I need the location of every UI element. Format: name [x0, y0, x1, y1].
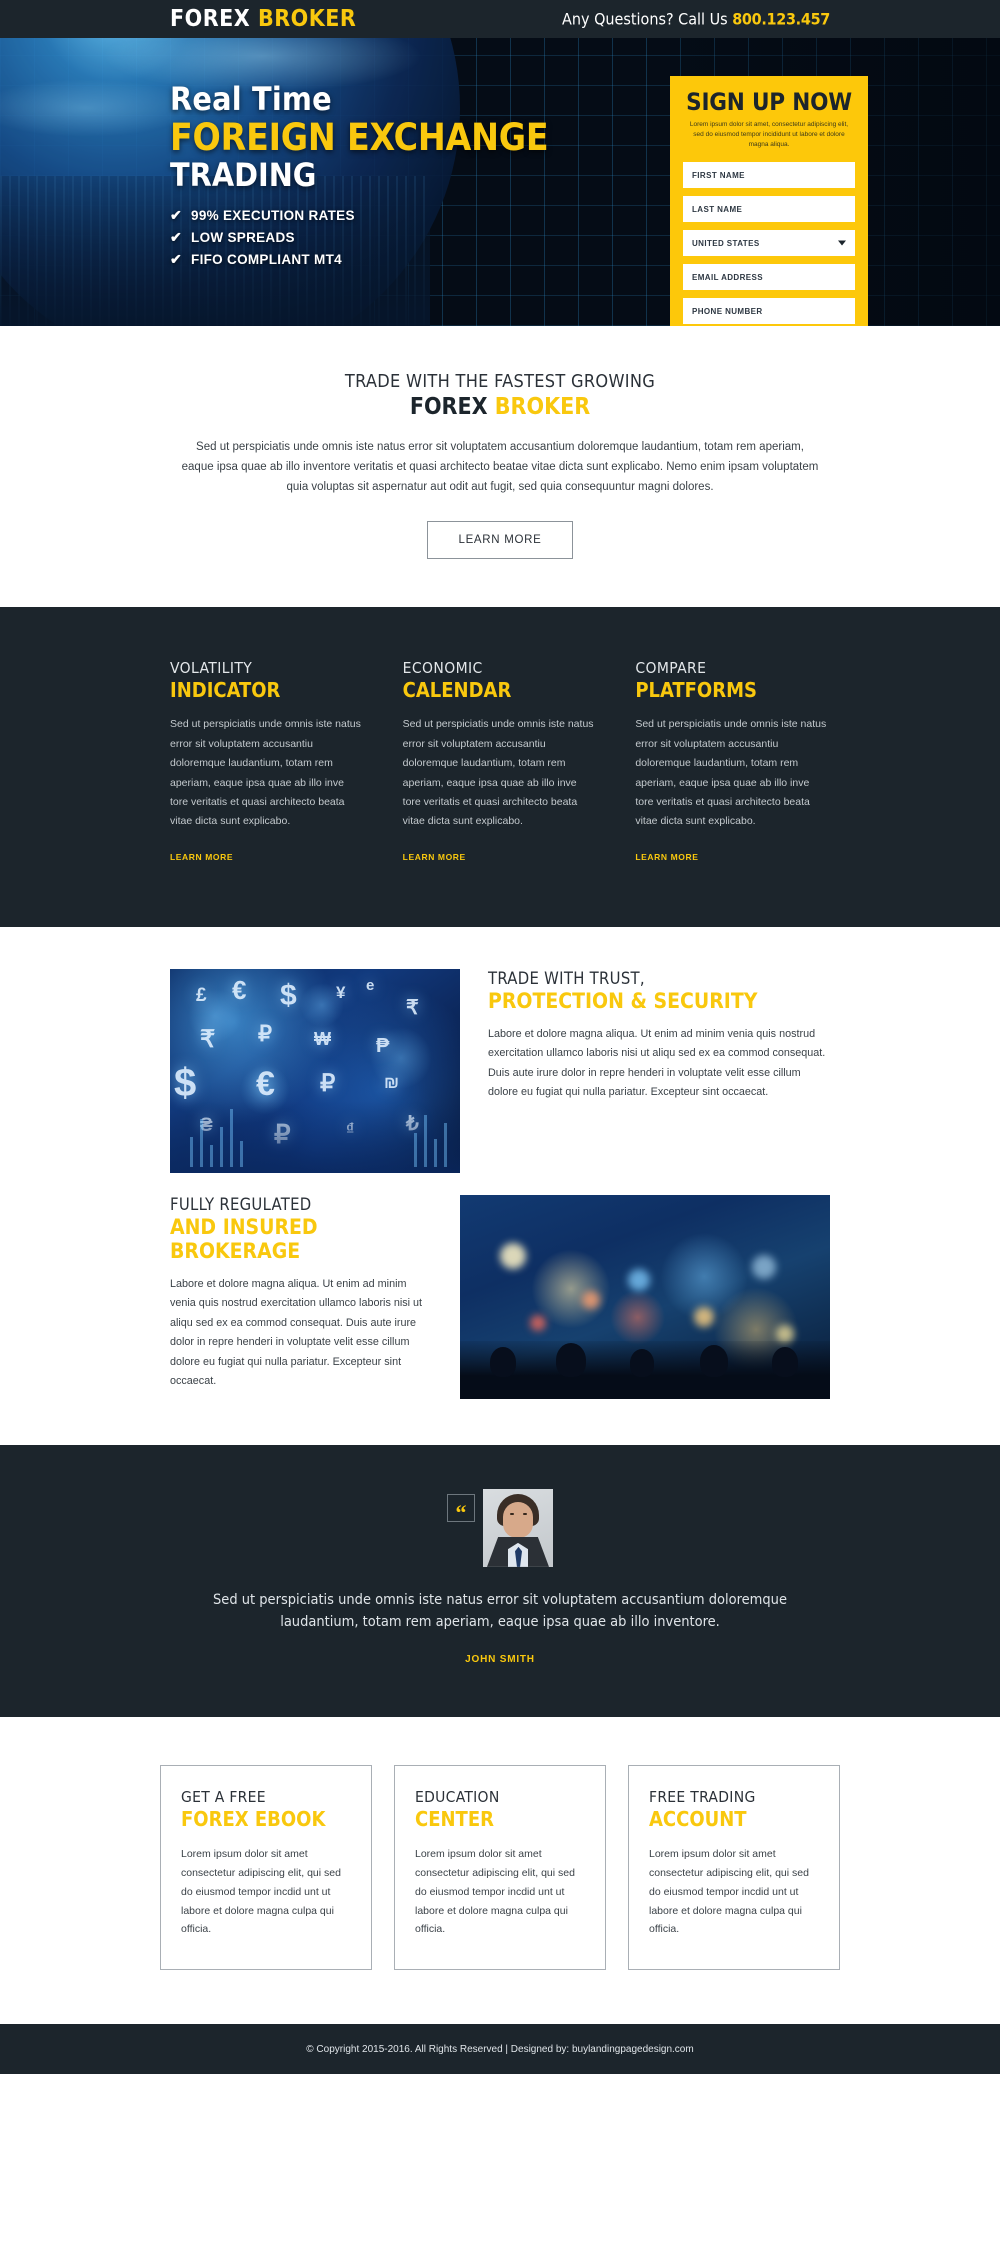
footer-copyright-text: © Copyright 2015-2016. All Rights Reserv…: [306, 2043, 694, 2055]
media-title-bottom: PROTECTION & SECURITY: [488, 988, 758, 1013]
site-header: FOREX BROKER Any Questions? Call Us 800.…: [0, 0, 1000, 38]
logo-primary-text: FOREX: [170, 6, 251, 32]
check-icon: ✔: [170, 207, 183, 224]
feature-column-economic-calendar: ECONOMIC CALENDAR Sed ut perspiciatis un…: [403, 659, 598, 865]
feature-body: Sed ut perspiciatis unde omnis iste natu…: [170, 718, 361, 828]
phone-placeholder: PHONE NUMBER: [692, 306, 763, 316]
intro-heading-dark: FOREX: [409, 394, 488, 420]
hero-bullet-list: ✔ 99% EXECUTION RATES ✔ LOW SPREADS ✔ FI…: [170, 208, 548, 267]
media-row-trust: £ € $ ¥ e ₹ ₹ ₽ ₩ ₱ $ € ₽ ₪ ₴ ₽ ₫ ₺: [170, 968, 830, 1173]
card-body: Lorem ipsum dolor sit amet consectetur a…: [415, 1847, 575, 1936]
testimonial-author: JOHN SMITH: [465, 1653, 535, 1665]
avatar: [483, 1488, 553, 1567]
hero-bullet-label: 99% EXECUTION RATES: [191, 207, 355, 223]
media-text-trust: TRADE WITH TRUST, PROTECTION & SECURITY …: [460, 969, 830, 1173]
media-row-regulated: FULLY REGULATED AND INSURED BROKERAGE La…: [170, 1194, 830, 1445]
feature-learn-more-link[interactable]: LEARN MORE: [170, 852, 233, 862]
learn-more-button[interactable]: LEARN MORE: [427, 521, 573, 560]
feature-title-top: ECONOMIC: [402, 659, 483, 678]
feature-learn-more-link[interactable]: LEARN MORE: [403, 852, 466, 862]
first-name-placeholder: FIRST NAME: [692, 170, 745, 180]
card-title-bottom: CENTER: [415, 1806, 494, 1831]
phone-label: Any Questions? Call Us: [562, 9, 733, 29]
card-title-top: GET A FREE: [181, 1787, 266, 1806]
intro-heading: FOREX BROKER: [0, 394, 1000, 420]
hero-title-line3: TRADING: [170, 155, 317, 194]
features-section: VOLATILITY INDICATOR Sed ut perspiciatis…: [0, 607, 1000, 927]
site-footer: © Copyright 2015-2016. All Rights Reserv…: [0, 2024, 1000, 2075]
chevron-down-icon: [838, 240, 846, 246]
country-select[interactable]: UNITED STATES: [683, 230, 855, 257]
hero-section: Real Time FOREIGN EXCHANGE TRADING ✔ 99%…: [0, 38, 1000, 326]
hero-copy: Real Time FOREIGN EXCHANGE TRADING ✔ 99%…: [170, 80, 549, 274]
intro-subheading: TRADE WITH THE FASTEST GROWING: [344, 371, 656, 392]
site-logo[interactable]: FOREX BROKER: [170, 6, 356, 32]
hero-title-line1: Real Time: [170, 80, 332, 118]
card-title-bottom: FOREX EBOOK: [181, 1806, 326, 1831]
hero-bullet-item: ✔ LOW SPREADS: [170, 230, 548, 245]
offer-cards-section: GET A FREE FOREX EBOOK Lorem ipsum dolor…: [0, 1716, 1000, 2025]
media-title-top: TRADE WITH TRUST,: [488, 968, 645, 988]
hero-title-line2: FOREIGN EXCHANGE: [170, 115, 549, 159]
feature-column-compare-platforms: COMPARE PLATFORMS Sed ut perspiciatis un…: [635, 659, 830, 865]
intro-body-text: Sed ut perspiciatis unde omnis iste natu…: [181, 441, 819, 494]
feature-body: Sed ut perspiciatis unde omnis iste natu…: [402, 718, 594, 828]
email-field[interactable]: EMAIL ADDRESS: [683, 264, 855, 291]
media-body: Labore et dolore magna aliqua. Ut enim a…: [488, 1027, 826, 1099]
hero-bullet-item: ✔ FIFO COMPLIANT MT4: [170, 252, 548, 267]
feature-title-bottom: PLATFORMS: [635, 678, 757, 703]
phone-number: 800.123.457: [732, 9, 830, 29]
first-name-field[interactable]: FIRST NAME: [683, 162, 855, 189]
currency-symbols-image: £ € $ ¥ e ₹ ₹ ₽ ₩ ₱ $ € ₽ ₪ ₴ ₽ ₫ ₺: [170, 968, 460, 1173]
card-body: Lorem ipsum dolor sit amet consectetur a…: [181, 1847, 341, 1936]
hero-bullet-item: ✔ 99% EXECUTION RATES: [170, 208, 548, 223]
feature-column-volatility-indicator: VOLATILITY INDICATOR Sed ut perspiciatis…: [170, 659, 365, 865]
logo-secondary-text: BROKER: [257, 6, 357, 32]
signup-heading: SIGN UP NOW: [686, 88, 852, 116]
phone-field[interactable]: PHONE NUMBER: [683, 298, 855, 325]
feature-title-top: VOLATILITY: [170, 659, 253, 678]
card-title-bottom: ACCOUNT: [649, 1806, 747, 1831]
signup-subtext: Lorem ipsum dolor sit amet, consectetur …: [689, 121, 849, 149]
media-title-bottom: AND INSURED BROKERAGE: [170, 1214, 318, 1263]
offer-card-free-trading-account[interactable]: FREE TRADING ACCOUNT Lorem ipsum dolor s…: [628, 1764, 840, 1971]
feature-title-bottom: CALENDAR: [402, 678, 512, 703]
media-body: Labore et dolore magna aliqua. Ut enim a…: [170, 1277, 423, 1388]
quote-icon: “: [447, 1493, 475, 1523]
country-select-value: UNITED STATES: [692, 238, 760, 248]
card-title-top: EDUCATION: [415, 1787, 500, 1806]
testimonial-quote: Sed ut perspiciatis unde omnis iste natu…: [213, 1591, 787, 1631]
header-phone[interactable]: Any Questions? Call Us 800.123.457: [562, 10, 830, 29]
hero-bullet-label: LOW SPREADS: [191, 229, 295, 245]
offer-card-forex-ebook[interactable]: GET A FREE FOREX EBOOK Lorem ipsum dolor…: [160, 1764, 372, 1971]
last-name-field[interactable]: LAST NAME: [683, 196, 855, 223]
feature-title-top: COMPARE: [635, 659, 707, 678]
check-icon: ✔: [170, 229, 183, 246]
card-title-top: FREE TRADING: [649, 1787, 756, 1806]
intro-heading-yellow: BROKER: [494, 394, 591, 420]
media-title-top: FULLY REGULATED: [170, 1194, 312, 1214]
feature-learn-more-link[interactable]: LEARN MORE: [635, 852, 698, 862]
media-text-regulated: FULLY REGULATED AND INSURED BROKERAGE La…: [170, 1195, 460, 1399]
intro-section: TRADE WITH THE FASTEST GROWING FOREX BRO…: [0, 326, 1000, 608]
card-body: Lorem ipsum dolor sit amet consectetur a…: [649, 1847, 809, 1936]
feature-body: Sed ut perspiciatis unde omnis iste natu…: [635, 718, 827, 828]
media-section: £ € $ ¥ e ₹ ₹ ₽ ₩ ₱ $ € ₽ ₪ ₴ ₽ ₫ ₺: [0, 926, 1000, 1445]
signup-form: SIGN UP NOW Lorem ipsum dolor sit amet, …: [670, 76, 868, 326]
email-placeholder: EMAIL ADDRESS: [692, 272, 763, 282]
offer-card-education-center[interactable]: EDUCATION CENTER Lorem ipsum dolor sit a…: [394, 1764, 606, 1971]
testimonial-section: “ Sed ut perspiciatis unde omnis iste na…: [0, 1444, 1000, 1717]
hero-bullet-label: FIFO COMPLIANT MT4: [191, 251, 342, 267]
check-icon: ✔: [170, 251, 183, 268]
feature-title-bottom: INDICATOR: [170, 678, 281, 703]
last-name-placeholder: LAST NAME: [692, 204, 743, 214]
city-nightlife-image: [460, 1194, 830, 1399]
